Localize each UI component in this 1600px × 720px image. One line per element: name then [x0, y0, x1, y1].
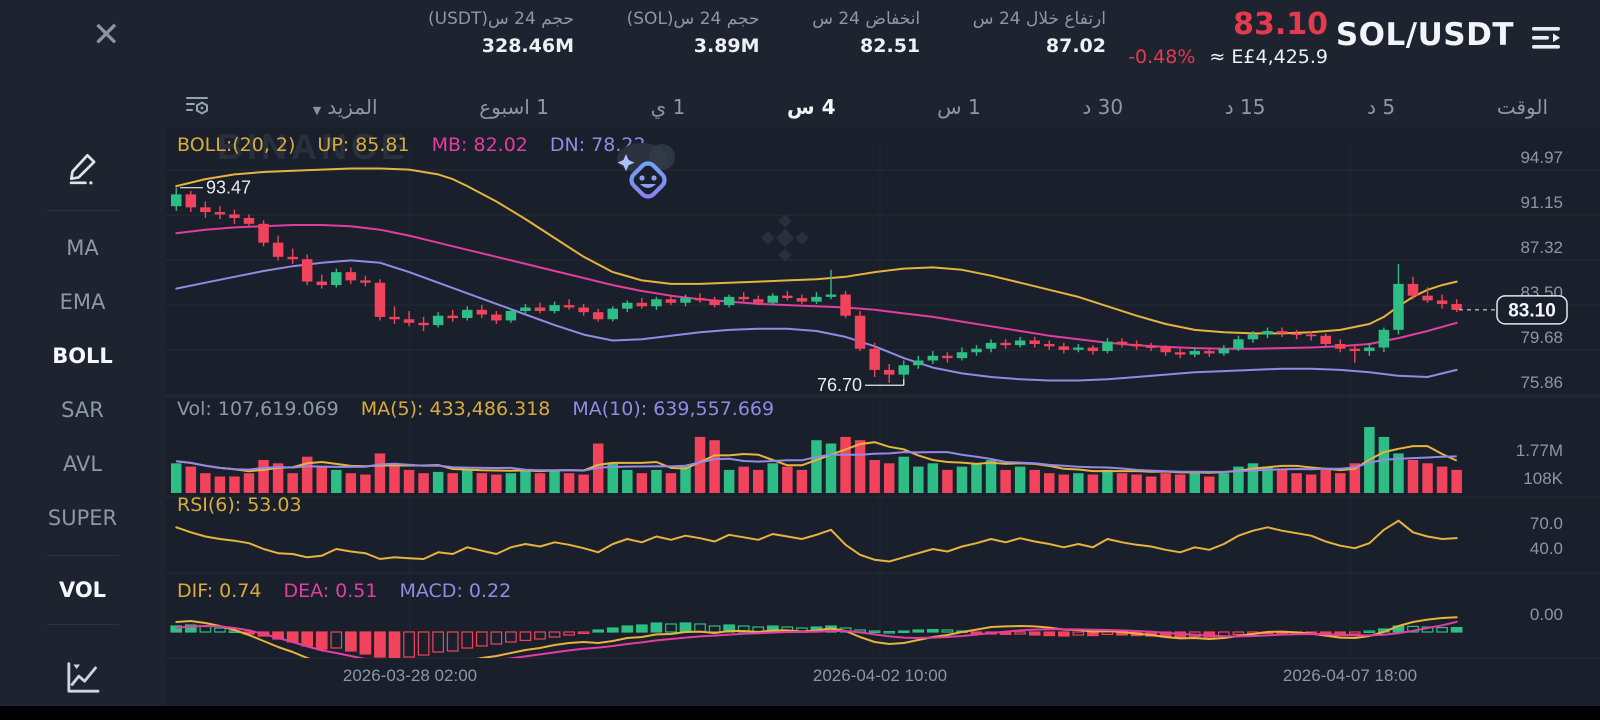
- svg-text:1.77M: 1.77M: [1516, 441, 1563, 460]
- stat-label: حجم 24 س(USDT): [428, 9, 574, 29]
- svg-text:79.68: 79.68: [1520, 328, 1563, 347]
- svg-text:70.0: 70.0: [1530, 514, 1563, 533]
- timeframe-الوقت[interactable]: الوقت: [1497, 95, 1548, 119]
- stat-0: حجم 24 س(USDT) 328.46M: [428, 9, 574, 57]
- stat-value: 3.89M: [693, 35, 760, 57]
- sidebar-item-boll[interactable]: BOLL: [52, 329, 113, 383]
- price-change-percent: -0.48%: [1128, 45, 1196, 68]
- stat-3: ارتفاع خلال 24 س 87.02: [973, 9, 1106, 57]
- stat-label: ارتفاع خلال 24 س: [972, 9, 1106, 29]
- sidebar-divider: [46, 555, 119, 556]
- svg-text:91.15: 91.15: [1520, 193, 1563, 212]
- timeframe-1 اسبوع[interactable]: 1 اسبوع: [479, 95, 549, 119]
- stat-1: حجم 24 س(SOL) 3.89M: [627, 9, 760, 57]
- svg-text:76.70: 76.70: [817, 375, 862, 395]
- stat-2: انخفاض 24 س 82.51: [812, 9, 920, 57]
- svg-text:0.00: 0.00: [1530, 605, 1563, 624]
- sidebar-item-avl[interactable]: AVL: [63, 437, 102, 491]
- fiat-equivalent: ≈ E£4,425.9: [1209, 45, 1328, 68]
- sidebar-item-ma[interactable]: MA: [66, 221, 98, 275]
- sidebar-item-super[interactable]: SUPER: [48, 491, 117, 545]
- timeframe-1 ي[interactable]: 1 ي: [651, 95, 686, 119]
- svg-text:40.0: 40.0: [1530, 539, 1563, 558]
- svg-text:87.32: 87.32: [1520, 238, 1563, 257]
- timeframe-1 س[interactable]: 1 س: [937, 95, 981, 119]
- draw-pencil-icon[interactable]: [63, 148, 103, 190]
- timeframe-30 د[interactable]: 30 د: [1082, 95, 1123, 119]
- sidebar-divider: [46, 624, 119, 625]
- symbol-title: SOL/USDT: [1335, 17, 1514, 53]
- stat-label: انخفاض 24 س: [812, 9, 921, 29]
- timeframe-4 س[interactable]: 4 س: [787, 95, 835, 119]
- svg-text:93.47: 93.47: [206, 178, 251, 198]
- svg-text:108K: 108K: [1523, 469, 1563, 488]
- svg-text:83.10: 83.10: [1508, 300, 1556, 321]
- svg-text:BINANCE: BINANCE: [217, 128, 409, 167]
- sidebar-item-sar[interactable]: SAR: [61, 383, 104, 437]
- indicator-settings-icon[interactable]: [183, 91, 211, 123]
- sub-chart-select-icon[interactable]: [62, 657, 104, 701]
- ticker-stats: حجم 24 س(USDT) 328.46M حجم 24 س(SOL) 3.89M ا…: [428, 9, 1106, 57]
- more-label: المزيد: [327, 95, 378, 119]
- svg-text:2026-04-07 18:00: 2026-04-07 18:00: [1283, 666, 1417, 685]
- svg-text:94.97: 94.97: [1520, 148, 1563, 167]
- binance-watermark: [761, 214, 809, 262]
- trading-app: ✕ حجم 24 س(USDT) 328.46M حجم 24 س(SOL) 3.89…: [0, 0, 1600, 706]
- ai-assistant-button[interactable]: [612, 142, 684, 212]
- indicator-sidebar: MA EMA BOLL SAR AVL SUPER VOL: [0, 128, 165, 706]
- svg-text:75.86: 75.86: [1520, 373, 1563, 392]
- chart-area: BINANCE 94.97 91.15 87.32 83.50 79.68 75.86 1.7…: [165, 126, 1600, 706]
- stat-value: 82.51: [860, 35, 921, 57]
- stat-value: 328.46M: [481, 35, 574, 57]
- orderbook-menu-icon[interactable]: [1530, 24, 1564, 56]
- svg-text:2026-04-02 10:00: 2026-04-02 10:00: [813, 666, 947, 685]
- stat-value: 87.02: [1045, 35, 1106, 57]
- timeframe-15 د[interactable]: 15 د: [1225, 95, 1266, 119]
- header: ✕ حجم 24 س(USDT) 328.46M حجم 24 س(SOL) 3.89…: [0, 0, 1600, 86]
- timeframe-5 د[interactable]: 5 د: [1367, 95, 1395, 119]
- timeframe-more-dropdown[interactable]: المزيد ▼: [313, 95, 378, 119]
- timeframe-bar: الوقت 5 د 15 د 30 د 1 س 4 س 1 ي 1 اسبوع المزيد ▼: [165, 86, 1600, 129]
- price-chart-canvas[interactable]: BINANCE 94.9791.1587.3283.5079.6875.861.7…: [165, 126, 1600, 706]
- price-block: 83.10 -0.48% ≈ E£4,425.9: [1128, 7, 1328, 68]
- sidebar-divider: [46, 210, 119, 211]
- sidebar-item-ema[interactable]: EMA: [60, 275, 106, 329]
- chevron-down-icon: ▼: [312, 104, 322, 117]
- stat-label: حجم 24 س(SOL): [626, 9, 760, 29]
- last-price: 83.10: [1233, 7, 1328, 42]
- sidebar-item-vol[interactable]: VOL: [59, 566, 106, 614]
- svg-text:2026-03-28 02:00: 2026-03-28 02:00: [343, 666, 477, 685]
- close-button[interactable]: ✕: [92, 18, 121, 52]
